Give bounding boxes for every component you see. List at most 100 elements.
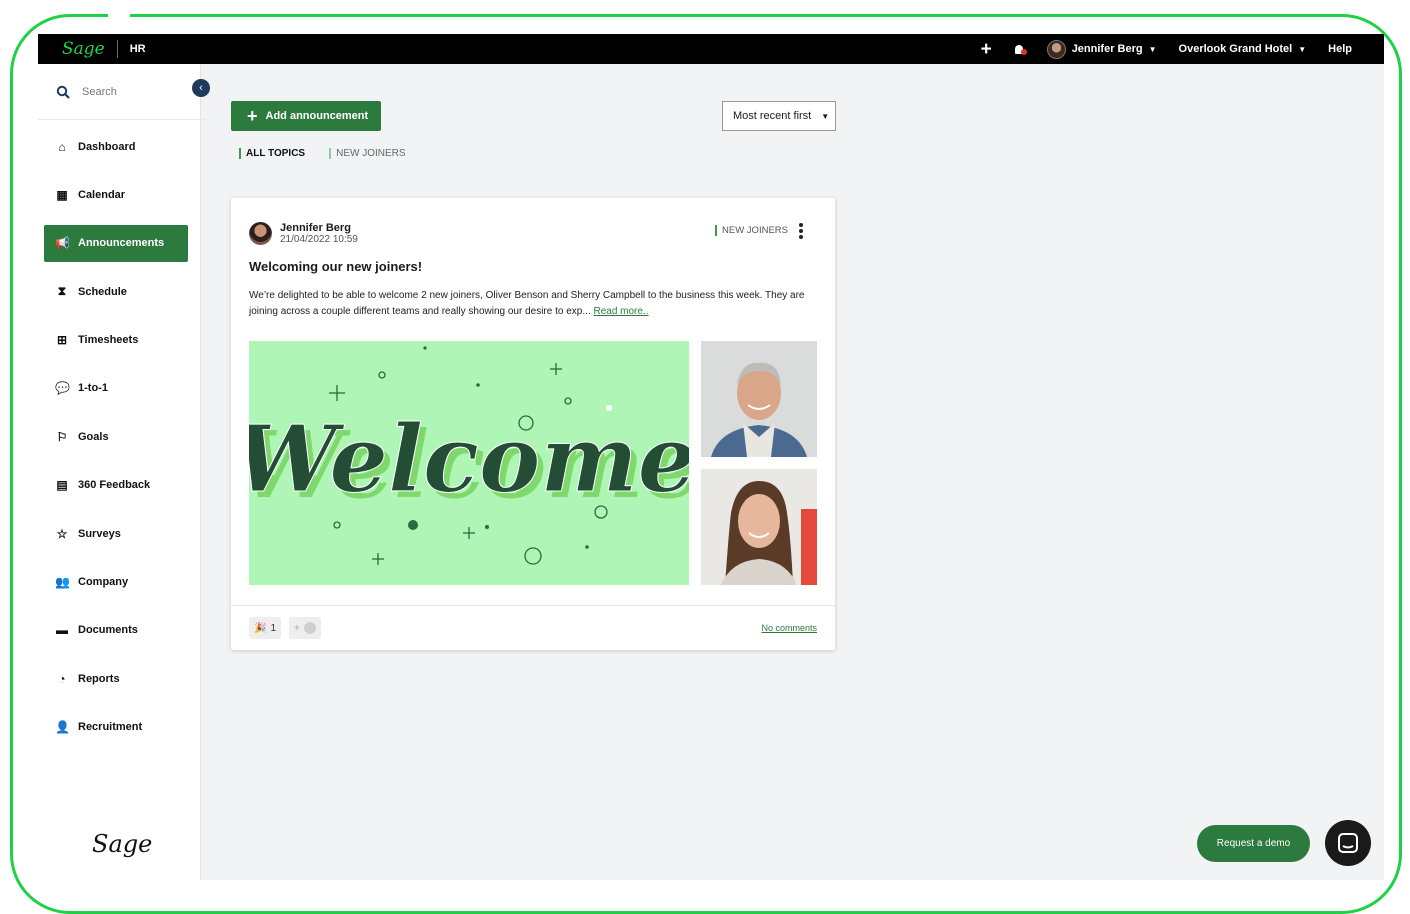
chevron-left-icon: ‹ — [199, 82, 203, 94]
announcement-card: Jennifer Berg 21/04/2022 10:59 NEW JOINE… — [231, 198, 835, 650]
author-name: Jennifer Berg — [280, 221, 351, 234]
sidebar-item-documents[interactable]: ▬ Documents — [44, 612, 188, 649]
sage-footer-logo: Sage — [92, 830, 153, 858]
frame-gap — [108, 10, 130, 20]
add-announcement-button[interactable]: + Add announcement — [231, 101, 381, 131]
sidebar-item-label: Company — [78, 576, 129, 589]
app-window: Sage HR + Jennifer Berg ▼ Overlook Grand… — [38, 34, 1384, 880]
welcome-illustration: Welcome Welcome — [249, 346, 689, 565]
sidebar: Search ⌂ Dashboard ▦ Calendar 📢 Announcemen… — [38, 64, 206, 880]
sidebar-item-label: Goals — [78, 430, 109, 443]
hourglass-icon: ⧗ — [57, 284, 67, 299]
quick-add-plus-icon[interactable]: + — [981, 40, 992, 59]
sidebar-item-label: Reports — [78, 672, 120, 685]
chevron-down-icon: ▼ — [1148, 44, 1157, 54]
sidebar-nav: ⌂ Dashboard ▦ Calendar 📢 Announcements ⧗ Sch… — [44, 128, 188, 757]
post-title: Welcoming our new joiners! — [249, 259, 423, 274]
sidebar-item-recruitment[interactable]: 👤 Recruitment — [44, 709, 188, 746]
logo-separator — [116, 40, 118, 58]
user-menu[interactable]: Jennifer Berg ▼ — [1046, 39, 1157, 59]
sidebar-item-company[interactable]: 👥 Company — [44, 564, 188, 601]
topic-all[interactable]: ALL TOPICS — [239, 148, 305, 159]
chat-bubbles-icon: 💬 — [55, 381, 70, 396]
party-popper-icon: 🎉 — [254, 622, 267, 634]
add-reaction-plus: + — [294, 622, 300, 634]
sidebar-item-1-to-1[interactable]: 💬 1-to-1 — [44, 370, 188, 407]
user-plus-icon: 👤 — [55, 720, 70, 735]
search-placeholder: Search — [82, 85, 117, 98]
welcome-text: Welcome — [249, 405, 689, 513]
plus-icon: + — [247, 105, 258, 126]
clipboard-icon: ▤ — [56, 478, 68, 493]
new-joiner-photo-2[interactable] — [701, 469, 817, 585]
company-menu[interactable]: Overlook Grand Hotel ▼ — [1179, 43, 1307, 55]
reactions: 🎉 1 + — [249, 617, 321, 639]
calendar-icon: ▦ — [56, 187, 68, 202]
company-name: Overlook Grand Hotel — [1178, 43, 1293, 55]
welcome-image[interactable]: Welcome Welcome — [249, 341, 689, 585]
sidebar-item-goals[interactable]: ⚐ Goals — [44, 418, 188, 455]
chat-launcher-button[interactable] — [1325, 820, 1371, 866]
sidebar-item-dashboard[interactable]: ⌂ Dashboard — [44, 128, 188, 165]
chevron-down-icon: ▼ — [821, 111, 830, 121]
read-more-link[interactable]: Read more.. — [593, 306, 648, 317]
topbar-right: + Jennifer Berg ▼ Overlook Grand Hotel ▼… — [959, 39, 1352, 59]
sidebar-item-announcements[interactable]: 📢 Announcements — [44, 224, 188, 262]
table-icon: ⊞ — [56, 333, 68, 348]
request-demo-button[interactable]: Request a demo — [1197, 825, 1310, 862]
sidebar-item-schedule[interactable]: ⧗ Schedule — [44, 273, 188, 310]
card-divider — [231, 605, 835, 606]
app-name: HR — [129, 43, 146, 55]
collapse-sidebar-button[interactable]: ‹ — [192, 79, 210, 97]
sidebar-item-label: Documents — [78, 624, 138, 637]
more-options-icon[interactable] — [797, 223, 805, 239]
sort-selected-value: Most recent first — [733, 110, 812, 122]
user-avatar — [1046, 39, 1066, 59]
sidebar-item-label: 360 Feedback — [78, 479, 151, 492]
top-bar: Sage HR + Jennifer Berg ▼ Overlook Grand… — [38, 34, 1384, 64]
help-link[interactable]: Help — [1328, 43, 1352, 55]
post-datetime: 21/04/2022 10:59 — [280, 233, 358, 245]
reaction-count: 1 — [270, 622, 277, 634]
users-icon: 👥 — [55, 575, 70, 590]
main-content: + Add announcement Most recent first ▼ ALL… — [201, 64, 1384, 880]
sidebar-item-label: Surveys — [78, 527, 121, 540]
chat-icon — [1338, 833, 1358, 853]
post-body: We’re delighted to be able to welcome 2 … — [249, 288, 823, 320]
add-reaction-button[interactable]: + — [289, 617, 321, 639]
sidebar-item-label: 1-to-1 — [78, 382, 108, 395]
chevron-down-icon: ▼ — [1298, 44, 1307, 54]
sidebar-item-label: Recruitment — [78, 721, 143, 734]
topic-filter: ALL TOPICS NEW JOINERS — [239, 148, 406, 159]
search-icon — [56, 85, 70, 99]
pie-chart-icon: ◔ — [58, 671, 66, 686]
sort-select[interactable]: Most recent first ▼ — [722, 101, 836, 131]
notifications-button[interactable] — [1014, 44, 1027, 55]
party-reaction-chip[interactable]: 🎉 1 — [249, 617, 282, 639]
sidebar-item-surveys[interactable]: ☆ Surveys — [44, 515, 188, 552]
search-box[interactable]: Search — [38, 64, 206, 120]
flag-icon: ⚐ — [56, 429, 68, 444]
new-joiner-photo-1[interactable] — [701, 341, 817, 457]
star-hand-icon: ☆ — [56, 526, 68, 541]
sidebar-item-calendar[interactable]: ▦ Calendar — [44, 176, 188, 213]
post-topic-tag: NEW JOINERS — [715, 225, 788, 236]
topic-new-joiners[interactable]: NEW JOINERS — [329, 148, 406, 159]
post-body-text: We’re delighted to be able to welcome 2 … — [249, 290, 805, 317]
sidebar-item-360-feedback[interactable]: ▤ 360 Feedback — [44, 467, 188, 504]
bell-icon — [1014, 44, 1027, 55]
author-avatar — [249, 222, 272, 245]
sage-logo[interactable]: Sage — [62, 39, 105, 59]
sidebar-item-reports[interactable]: ◔ Reports — [44, 660, 188, 697]
sidebar-item-label: Timesheets — [78, 334, 139, 347]
sidebar-item-label: Calendar — [78, 188, 126, 201]
sidebar-item-label: Schedule — [78, 285, 127, 298]
folder-icon: ▬ — [56, 623, 68, 638]
post-author: Jennifer Berg 21/04/2022 10:59 — [249, 222, 358, 245]
add-announcement-label: Add announcement — [265, 110, 369, 122]
sidebar-item-timesheets[interactable]: ⊞ Timesheets — [44, 322, 188, 359]
home-icon: ⌂ — [58, 139, 66, 154]
smiley-icon — [303, 622, 316, 634]
sidebar-item-label: Dashboard — [78, 140, 136, 153]
comments-link[interactable]: No comments — [761, 623, 817, 633]
